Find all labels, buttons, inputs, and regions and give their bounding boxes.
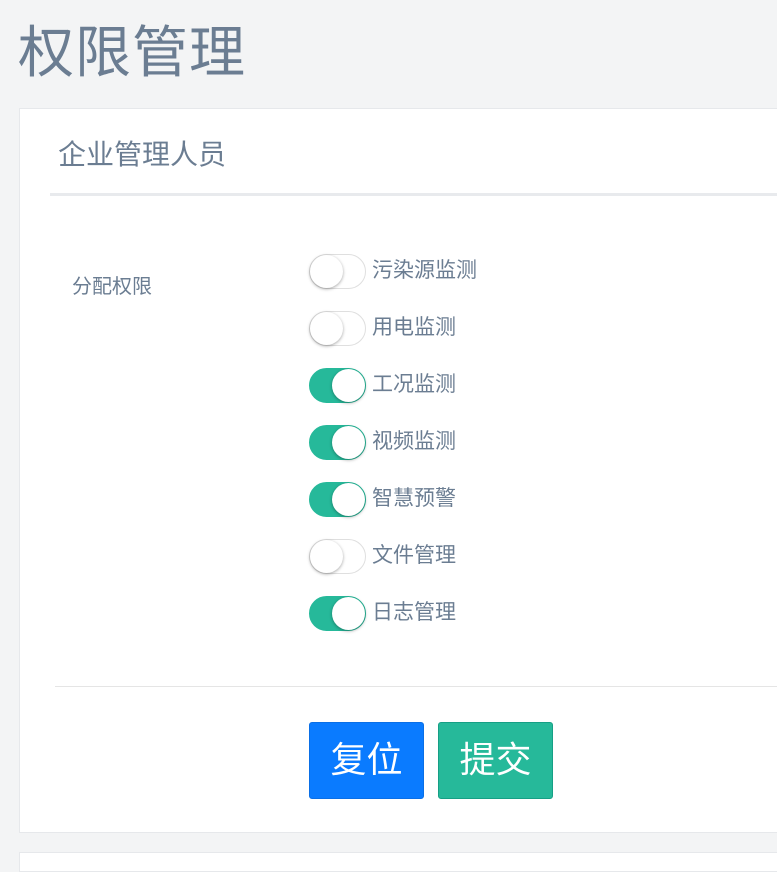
- submit-button[interactable]: 提交: [438, 722, 553, 799]
- permission-toggle[interactable]: [309, 596, 366, 631]
- permission-toggle[interactable]: [309, 425, 366, 460]
- permission-label: 日志管理: [372, 600, 456, 624]
- assign-permissions-label: 分配权限: [72, 274, 152, 298]
- toggle-knob: [332, 369, 365, 402]
- next-panel: [19, 852, 777, 872]
- permission-label: 视频监测: [372, 429, 456, 453]
- permission-item[interactable]: 日志管理: [309, 596, 477, 653]
- permission-item[interactable]: 智慧预警: [309, 482, 477, 539]
- permission-label: 智慧预警: [372, 486, 456, 510]
- card-title: 企业管理人员: [58, 138, 227, 171]
- toggle-knob: [310, 540, 343, 573]
- page-title: 权限管理: [18, 21, 246, 86]
- toggle-knob: [310, 255, 343, 288]
- permission-label: 文件管理: [372, 543, 456, 567]
- permission-card: 企业管理人员 分配权限 污染源监测 用电监测 工况监测 视频监测 智慧预警 文件…: [19, 108, 777, 833]
- permission-item[interactable]: 污染源监测: [309, 254, 477, 311]
- permission-label: 污染源监测: [372, 258, 477, 282]
- permission-toggle[interactable]: [309, 539, 366, 574]
- title-divider: [50, 193, 777, 196]
- permission-label: 用电监测: [372, 315, 456, 339]
- permission-list: 污染源监测 用电监测 工况监测 视频监测 智慧预警 文件管理 日志管理: [309, 254, 477, 653]
- toggle-knob: [332, 426, 365, 459]
- permission-item[interactable]: 工况监测: [309, 368, 477, 425]
- form-divider: [55, 686, 777, 687]
- permission-item[interactable]: 文件管理: [309, 539, 477, 596]
- toggle-knob: [332, 597, 365, 630]
- toggle-knob: [310, 312, 343, 345]
- reset-button[interactable]: 复位: [309, 722, 424, 799]
- permission-item[interactable]: 视频监测: [309, 425, 477, 482]
- permission-label: 工况监测: [372, 372, 456, 396]
- toggle-knob: [332, 483, 365, 516]
- permission-toggle[interactable]: [309, 254, 366, 289]
- permission-item[interactable]: 用电监测: [309, 311, 477, 368]
- permission-toggle[interactable]: [309, 482, 366, 517]
- permission-toggle[interactable]: [309, 311, 366, 346]
- permission-toggle[interactable]: [309, 368, 366, 403]
